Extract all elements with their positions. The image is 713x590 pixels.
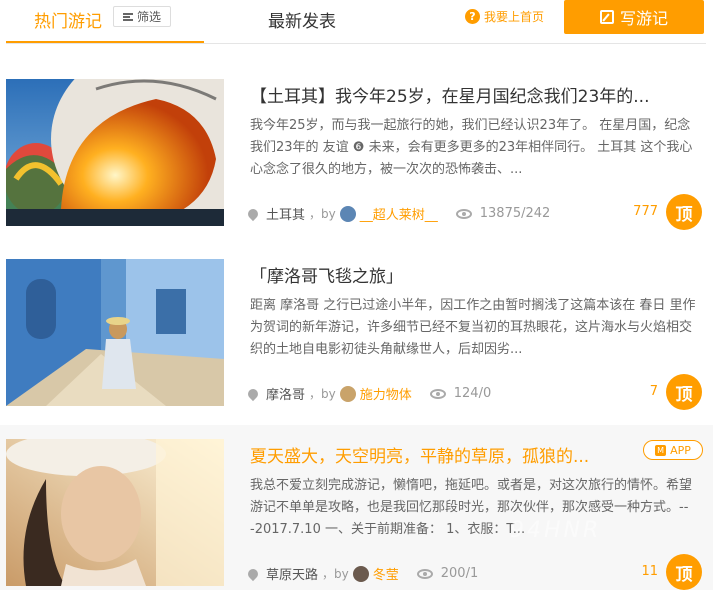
filter-button[interactable]: 筛选 <box>113 6 171 27</box>
post-meta: 摩洛哥 ，by 施力物体 124/0 <box>245 384 492 403</box>
post-stats: 124/0 <box>453 386 492 401</box>
avatar[interactable] <box>352 565 369 582</box>
post-excerpt: 我总不爱立刻完成游记，懒惰吧，拖延吧。或者是，对这次旅行的情怀。希望游记不单单是… <box>250 478 693 537</box>
write-travelogue-button[interactable]: 写游记 <box>564 0 704 34</box>
watermark: 94HNR <box>510 518 602 543</box>
post-location[interactable]: 土耳其 <box>266 204 305 223</box>
write-label: 写游记 <box>619 9 668 28</box>
top-count: 11 <box>641 564 658 579</box>
post-thumbnail[interactable] <box>6 439 224 586</box>
post-stats: 13875/242 <box>479 206 551 221</box>
help-label: 我要上首页 <box>484 10 545 24</box>
app-badge: M APP <box>643 440 703 460</box>
tab-latest[interactable]: 最新发表 <box>268 7 336 32</box>
top-count: 7 <box>649 384 658 399</box>
post-author[interactable]: 冬莹 <box>373 564 399 583</box>
location-pin-icon <box>245 566 261 581</box>
list-item: 【土耳其】我今年25岁，在星月国纪念我们23年的... 我今年25岁，而与我一起… <box>0 79 713 231</box>
post-location[interactable]: 摩洛哥 <box>266 384 305 403</box>
post-thumbnail[interactable] <box>6 79 224 226</box>
post-title[interactable]: 「摩洛哥飞毯之旅」 <box>250 262 670 287</box>
eye-icon <box>429 388 446 399</box>
post-title[interactable]: 【土耳其】我今年25岁，在星月国纪念我们23年的... <box>250 82 670 107</box>
help-link[interactable]: ? 我要上首页 <box>465 8 544 25</box>
post-excerpt: 我今年25岁，而与我一起旅行的她，我们已经认识23年了。 在星月国，纪念我们23… <box>250 118 693 177</box>
by-label: ，by <box>309 387 336 401</box>
post-meta: 土耳其 ，by __超人莱树__ 13875/242 <box>245 204 551 223</box>
edit-icon <box>599 10 614 24</box>
list-item: 「摩洛哥飞毯之旅」 距离 摩洛哥 之行已过途小半年，因工作之由暂时搁浅了这篇本该… <box>0 259 713 411</box>
filter-icon <box>122 12 133 21</box>
app-label: APP <box>670 443 691 457</box>
top-button[interactable]: 顶 <box>666 554 702 590</box>
top-button[interactable]: 顶 <box>666 374 702 410</box>
by-label: ，by <box>322 567 349 581</box>
tab-hot-travelogues[interactable]: 热门游记 <box>34 7 102 32</box>
post-excerpt: 距离 摩洛哥 之行已过途小半年，因工作之由暂时搁浅了这篇本该在 春日 里作为贺词… <box>250 298 696 357</box>
eye-icon <box>416 568 433 579</box>
post-thumbnail[interactable] <box>6 259 224 406</box>
list-item: 夏天盛大，天空明亮，平静的草原，孤狼的... M APP 我总不爱立刻完成游记，… <box>0 425 713 590</box>
top-button[interactable]: 顶 <box>666 194 702 230</box>
header: 热门游记 筛选 最新发表 ? 我要上首页 写游记 <box>0 0 713 44</box>
question-icon: ? <box>465 9 480 24</box>
post-title[interactable]: 夏天盛大，天空明亮，平静的草原，孤狼的... <box>250 442 670 467</box>
top-count: 777 <box>633 204 658 219</box>
by-label: ，by <box>309 207 336 221</box>
location-pin-icon <box>245 206 261 221</box>
avatar[interactable] <box>339 385 356 402</box>
avatar[interactable] <box>339 205 356 222</box>
eye-icon <box>455 208 472 219</box>
post-location[interactable]: 草原天路 <box>266 564 318 583</box>
filter-label: 筛选 <box>136 10 161 24</box>
post-author[interactable]: 施力物体 <box>360 384 412 403</box>
post-meta: 草原天路 ，by 冬莹 200/1 <box>245 564 479 583</box>
header-divider <box>6 43 706 44</box>
post-stats: 200/1 <box>440 566 479 581</box>
post-author[interactable]: __超人莱树__ <box>360 204 438 223</box>
app-icon: M <box>655 444 667 456</box>
location-pin-icon <box>245 386 261 401</box>
